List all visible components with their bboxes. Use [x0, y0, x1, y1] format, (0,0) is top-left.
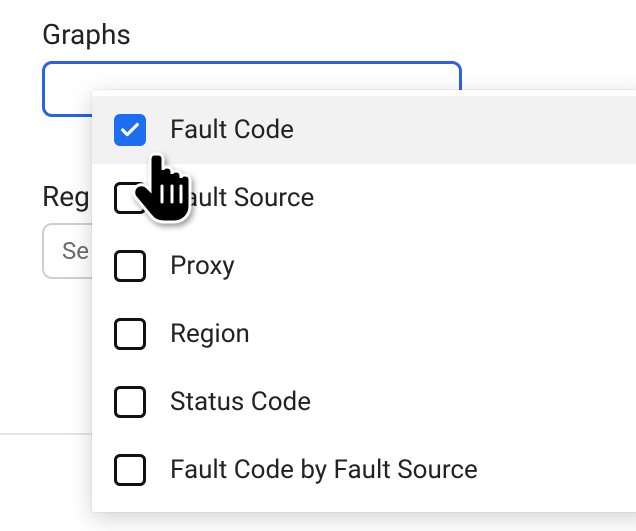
checkbox-fault-code-by-fault-source[interactable]: [114, 454, 146, 486]
dropdown-item-label: Status Code: [170, 387, 311, 417]
checkbox-status-code[interactable]: [114, 386, 146, 418]
dropdown-item-label: Proxy: [170, 251, 235, 281]
dropdown-item-label: Fault Source: [170, 183, 314, 213]
checkbox-region[interactable]: [114, 318, 146, 350]
dropdown-item-status-code[interactable]: Status Code: [92, 368, 636, 436]
checkbox-proxy[interactable]: [114, 250, 146, 282]
dropdown-item-region[interactable]: Region: [92, 300, 636, 368]
region-select-placeholder: Se: [62, 237, 89, 265]
graphs-label: Graphs: [42, 18, 462, 51]
dropdown-item-label: Fault Code: [170, 115, 294, 145]
dropdown-item-label: Fault Code by Fault Source: [170, 455, 478, 485]
dropdown-item-fault-code-by-fault-source[interactable]: Fault Code by Fault Source: [92, 436, 636, 504]
check-icon: [119, 119, 141, 141]
dropdown-item-fault-code[interactable]: Fault Code: [92, 96, 636, 164]
dropdown-item-proxy[interactable]: Proxy: [92, 232, 636, 300]
dropdown-item-fault-source[interactable]: Fault Source: [92, 164, 636, 232]
checkbox-fault-code[interactable]: [114, 114, 146, 146]
graphs-dropdown-menu: Fault Code Fault Source Proxy Region: [92, 90, 636, 512]
dropdown-item-label: Region: [170, 319, 250, 349]
divider-line: [0, 433, 100, 435]
checkbox-fault-source[interactable]: [114, 182, 146, 214]
